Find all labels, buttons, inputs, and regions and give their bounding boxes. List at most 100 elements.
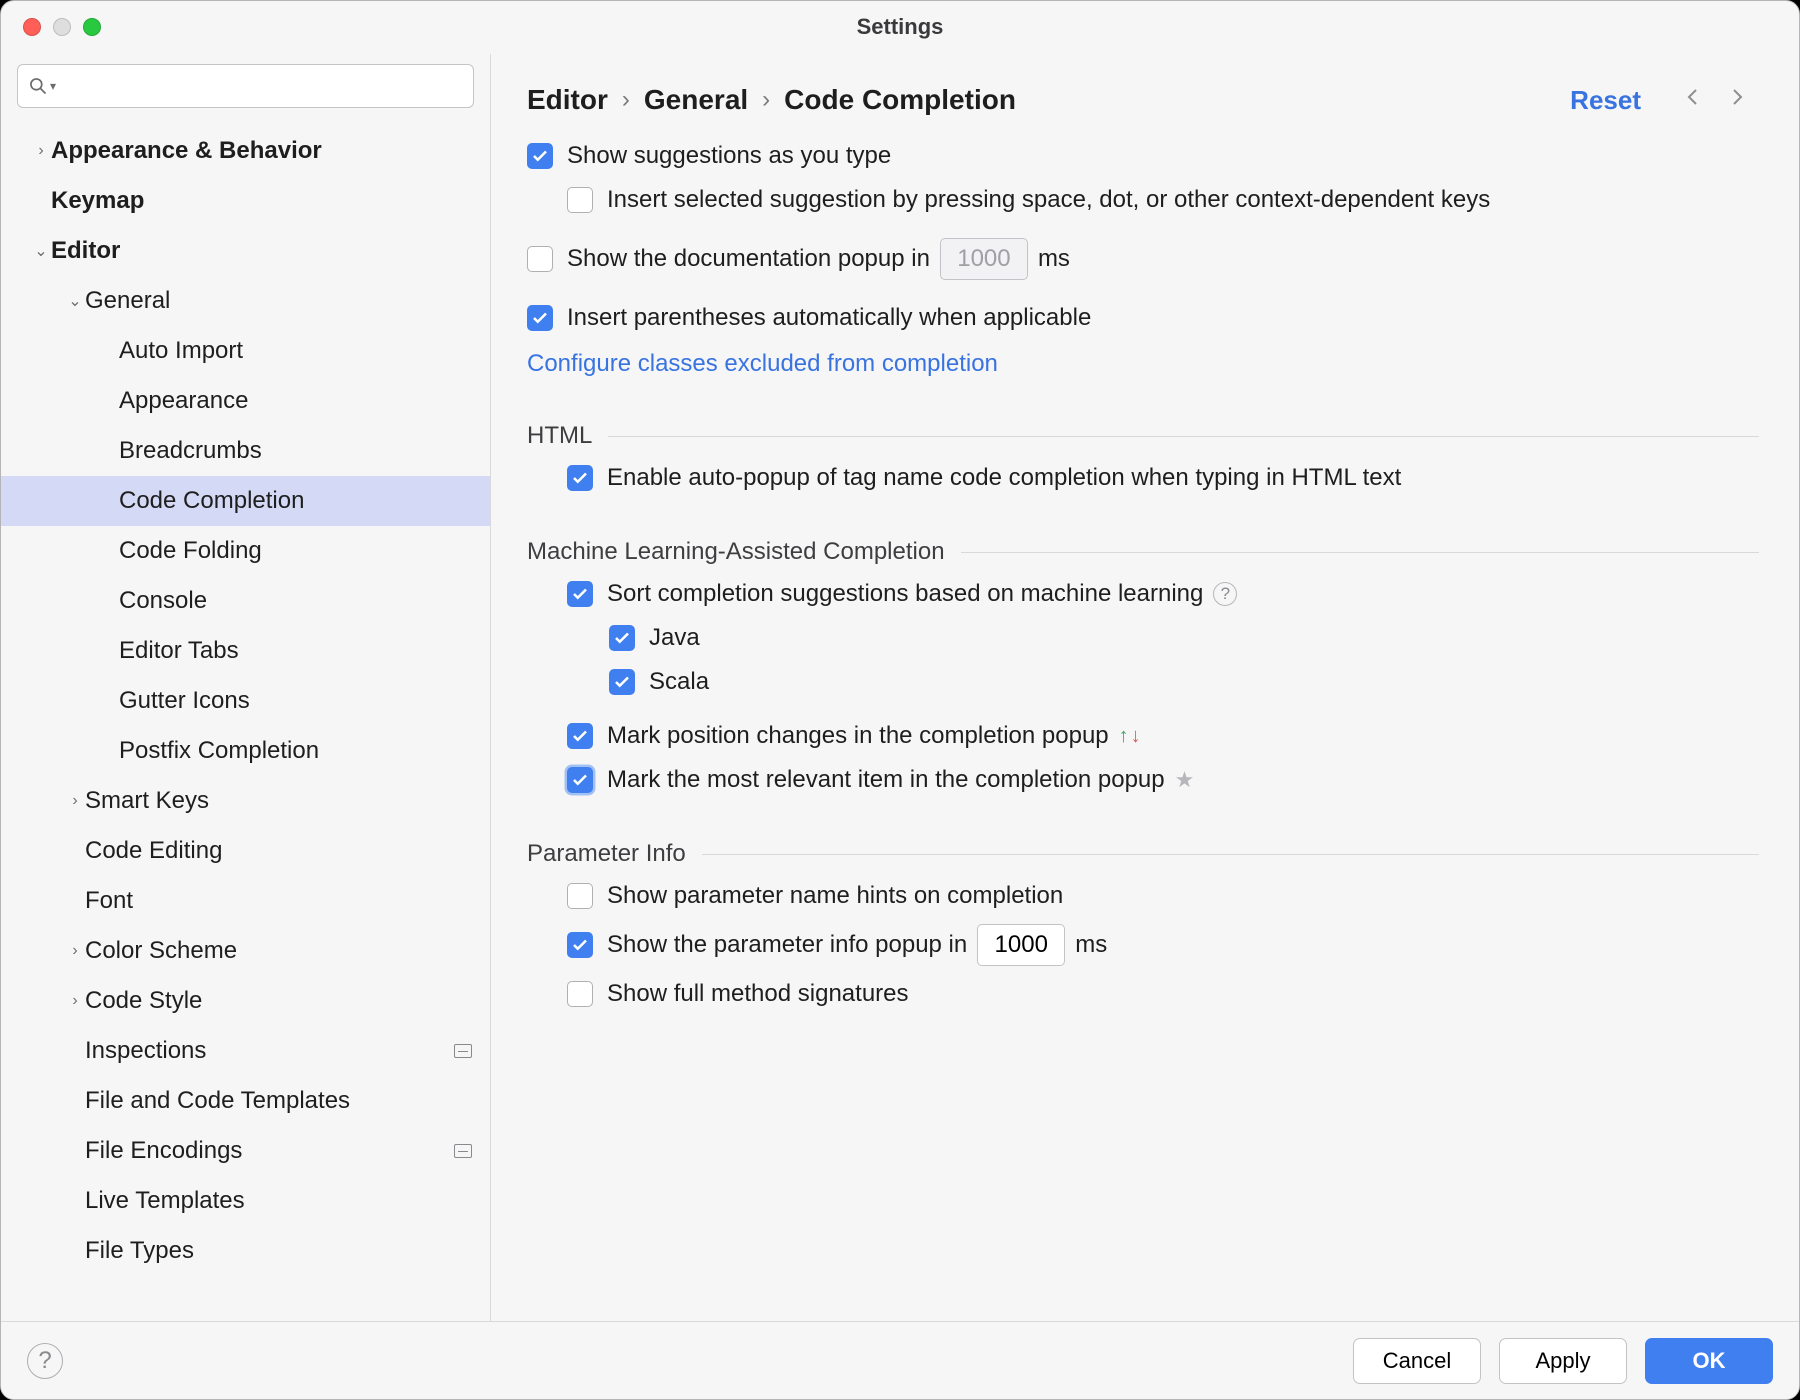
tree-item-label: Code Completion bbox=[119, 487, 304, 515]
tree-item[interactable]: ›Editor Tabs bbox=[1, 626, 490, 676]
tree-item-label: File Encodings bbox=[85, 1137, 242, 1165]
search-field[interactable]: ▾ bbox=[17, 64, 474, 108]
star-icon: ★ bbox=[1175, 767, 1195, 793]
tree-item-label: Inspections bbox=[85, 1037, 206, 1065]
zoom-window-button[interactable] bbox=[83, 18, 101, 36]
tree-item-label: File Types bbox=[85, 1237, 194, 1265]
tree-item[interactable]: ⌄General bbox=[1, 276, 490, 326]
tree-item[interactable]: ›Code Folding bbox=[1, 526, 490, 576]
tree-item-label: Appearance & Behavior bbox=[51, 137, 322, 165]
tree-item[interactable]: ›Appearance bbox=[1, 376, 490, 426]
ml-mark-pos-label: Mark position changes in the completion … bbox=[607, 722, 1109, 750]
tree-item-label: Breadcrumbs bbox=[119, 437, 262, 465]
tree-item[interactable]: ›Code Style bbox=[1, 976, 490, 1026]
dialog-footer: ? Cancel Apply OK bbox=[1, 1321, 1799, 1399]
html-autopopup-checkbox[interactable] bbox=[567, 465, 593, 491]
project-scope-icon bbox=[454, 1044, 472, 1058]
search-dropdown-icon[interactable]: ▾ bbox=[50, 79, 56, 93]
tree-item[interactable]: ›Smart Keys bbox=[1, 776, 490, 826]
settings-window: Settings ▾ ›Appearance & Behavior›Keymap… bbox=[0, 0, 1800, 1400]
ml-mark-rel-checkbox[interactable] bbox=[567, 767, 593, 793]
section-param-title: Parameter Info bbox=[527, 840, 1759, 868]
param-hints-label: Show parameter name hints on completion bbox=[607, 882, 1063, 910]
tree-item[interactable]: ›Code Editing bbox=[1, 826, 490, 876]
tree-item[interactable]: ›Breadcrumbs bbox=[1, 426, 490, 476]
tree-item[interactable]: ›Postfix Completion bbox=[1, 726, 490, 776]
tree-item[interactable]: ›Gutter Icons bbox=[1, 676, 490, 726]
insert-selected-checkbox[interactable] bbox=[567, 187, 593, 213]
html-autopopup-label: Enable auto-popup of tag name code compl… bbox=[607, 464, 1401, 492]
history-forward-icon[interactable] bbox=[1715, 85, 1759, 116]
tree-item[interactable]: ›Auto Import bbox=[1, 326, 490, 376]
show-doc-popup-checkbox[interactable] bbox=[527, 246, 553, 272]
history-back-icon[interactable] bbox=[1671, 85, 1715, 116]
breadcrumb-part: Code Completion bbox=[784, 84, 1016, 116]
search-input[interactable] bbox=[62, 72, 463, 100]
tree-item[interactable]: ›Live Templates bbox=[1, 1176, 490, 1226]
cancel-button[interactable]: Cancel bbox=[1353, 1338, 1481, 1384]
ok-button[interactable]: OK bbox=[1645, 1338, 1773, 1384]
window-controls bbox=[1, 18, 101, 36]
help-button[interactable]: ? bbox=[27, 1343, 63, 1379]
ml-java-checkbox[interactable] bbox=[609, 625, 635, 651]
chevron-right-icon[interactable]: › bbox=[65, 992, 85, 1010]
tree-item-label: General bbox=[85, 287, 170, 315]
show-doc-popup-label: Show the documentation popup in bbox=[567, 245, 930, 273]
chevron-right-icon[interactable]: › bbox=[65, 942, 85, 960]
tree-item[interactable]: ›File Types bbox=[1, 1226, 490, 1276]
settings-tree: ›Appearance & Behavior›Keymap⌄Editor⌄Gen… bbox=[1, 122, 490, 1321]
tree-item[interactable]: ›Console bbox=[1, 576, 490, 626]
chevron-down-icon[interactable]: ⌄ bbox=[31, 241, 51, 261]
param-popup-label: Show the parameter info popup in bbox=[607, 931, 967, 959]
chevron-right-icon[interactable]: › bbox=[31, 142, 51, 160]
insert-parens-checkbox[interactable] bbox=[527, 305, 553, 331]
help-icon[interactable]: ? bbox=[1213, 582, 1237, 606]
doc-popup-delay-input[interactable] bbox=[940, 238, 1028, 280]
param-popup-checkbox[interactable] bbox=[567, 932, 593, 958]
ml-scala-checkbox[interactable] bbox=[609, 669, 635, 695]
breadcrumb-part[interactable]: Editor bbox=[527, 84, 608, 116]
main-header: Editor › General › Code Completion Reset bbox=[491, 54, 1799, 134]
tree-item[interactable]: ⌄Editor bbox=[1, 226, 490, 276]
tree-item[interactable]: ›File Encodings bbox=[1, 1126, 490, 1176]
param-full-sig-checkbox[interactable] bbox=[567, 981, 593, 1007]
tree-item-label: Code Folding bbox=[119, 537, 262, 565]
tree-item[interactable]: ›Keymap bbox=[1, 176, 490, 226]
show-suggestions-checkbox[interactable] bbox=[527, 143, 553, 169]
settings-content: Show suggestions as you type Insert sele… bbox=[491, 134, 1799, 1321]
param-popup-unit: ms bbox=[1075, 931, 1107, 959]
insert-parens-label: Insert parentheses automatically when ap… bbox=[567, 304, 1091, 332]
tree-item[interactable]: ›Appearance & Behavior bbox=[1, 126, 490, 176]
tree-item[interactable]: ›Color Scheme bbox=[1, 926, 490, 976]
chevron-right-icon[interactable]: › bbox=[65, 792, 85, 810]
tree-item-label: Postfix Completion bbox=[119, 737, 319, 765]
chevron-down-icon[interactable]: ⌄ bbox=[65, 291, 85, 311]
tree-item-label: Code Style bbox=[85, 987, 202, 1015]
ml-mark-pos-checkbox[interactable] bbox=[567, 723, 593, 749]
close-window-button[interactable] bbox=[23, 18, 41, 36]
doc-popup-unit: ms bbox=[1038, 245, 1070, 273]
tree-item-label: Auto Import bbox=[119, 337, 243, 365]
param-hints-checkbox[interactable] bbox=[567, 883, 593, 909]
tree-item[interactable]: ›Inspections bbox=[1, 1026, 490, 1076]
minimize-window-button[interactable] bbox=[53, 18, 71, 36]
param-full-sig-label: Show full method signatures bbox=[607, 980, 909, 1008]
main-panel: Editor › General › Code Completion Reset bbox=[491, 54, 1799, 1321]
apply-button[interactable]: Apply bbox=[1499, 1338, 1627, 1384]
ml-sort-checkbox[interactable] bbox=[567, 581, 593, 607]
ml-sort-label: Sort completion suggestions based on mac… bbox=[607, 580, 1203, 608]
tree-item-label: Color Scheme bbox=[85, 937, 237, 965]
tree-item[interactable]: ›File and Code Templates bbox=[1, 1076, 490, 1126]
ml-mark-rel-label: Mark the most relevant item in the compl… bbox=[607, 766, 1165, 794]
ml-scala-label: Scala bbox=[649, 668, 709, 696]
tree-item-label: Gutter Icons bbox=[119, 687, 250, 715]
tree-item[interactable]: ›Font bbox=[1, 876, 490, 926]
tree-item-label: Console bbox=[119, 587, 207, 615]
tree-item[interactable]: ›Code Completion bbox=[1, 476, 490, 526]
ml-java-label: Java bbox=[649, 624, 700, 652]
sidebar: ▾ ›Appearance & Behavior›Keymap⌄Editor⌄G… bbox=[1, 54, 491, 1321]
param-popup-delay-input[interactable] bbox=[977, 924, 1065, 966]
configure-excluded-link[interactable]: Configure classes excluded from completi… bbox=[527, 340, 998, 384]
reset-link[interactable]: Reset bbox=[1570, 85, 1641, 116]
breadcrumb-part[interactable]: General bbox=[644, 84, 748, 116]
